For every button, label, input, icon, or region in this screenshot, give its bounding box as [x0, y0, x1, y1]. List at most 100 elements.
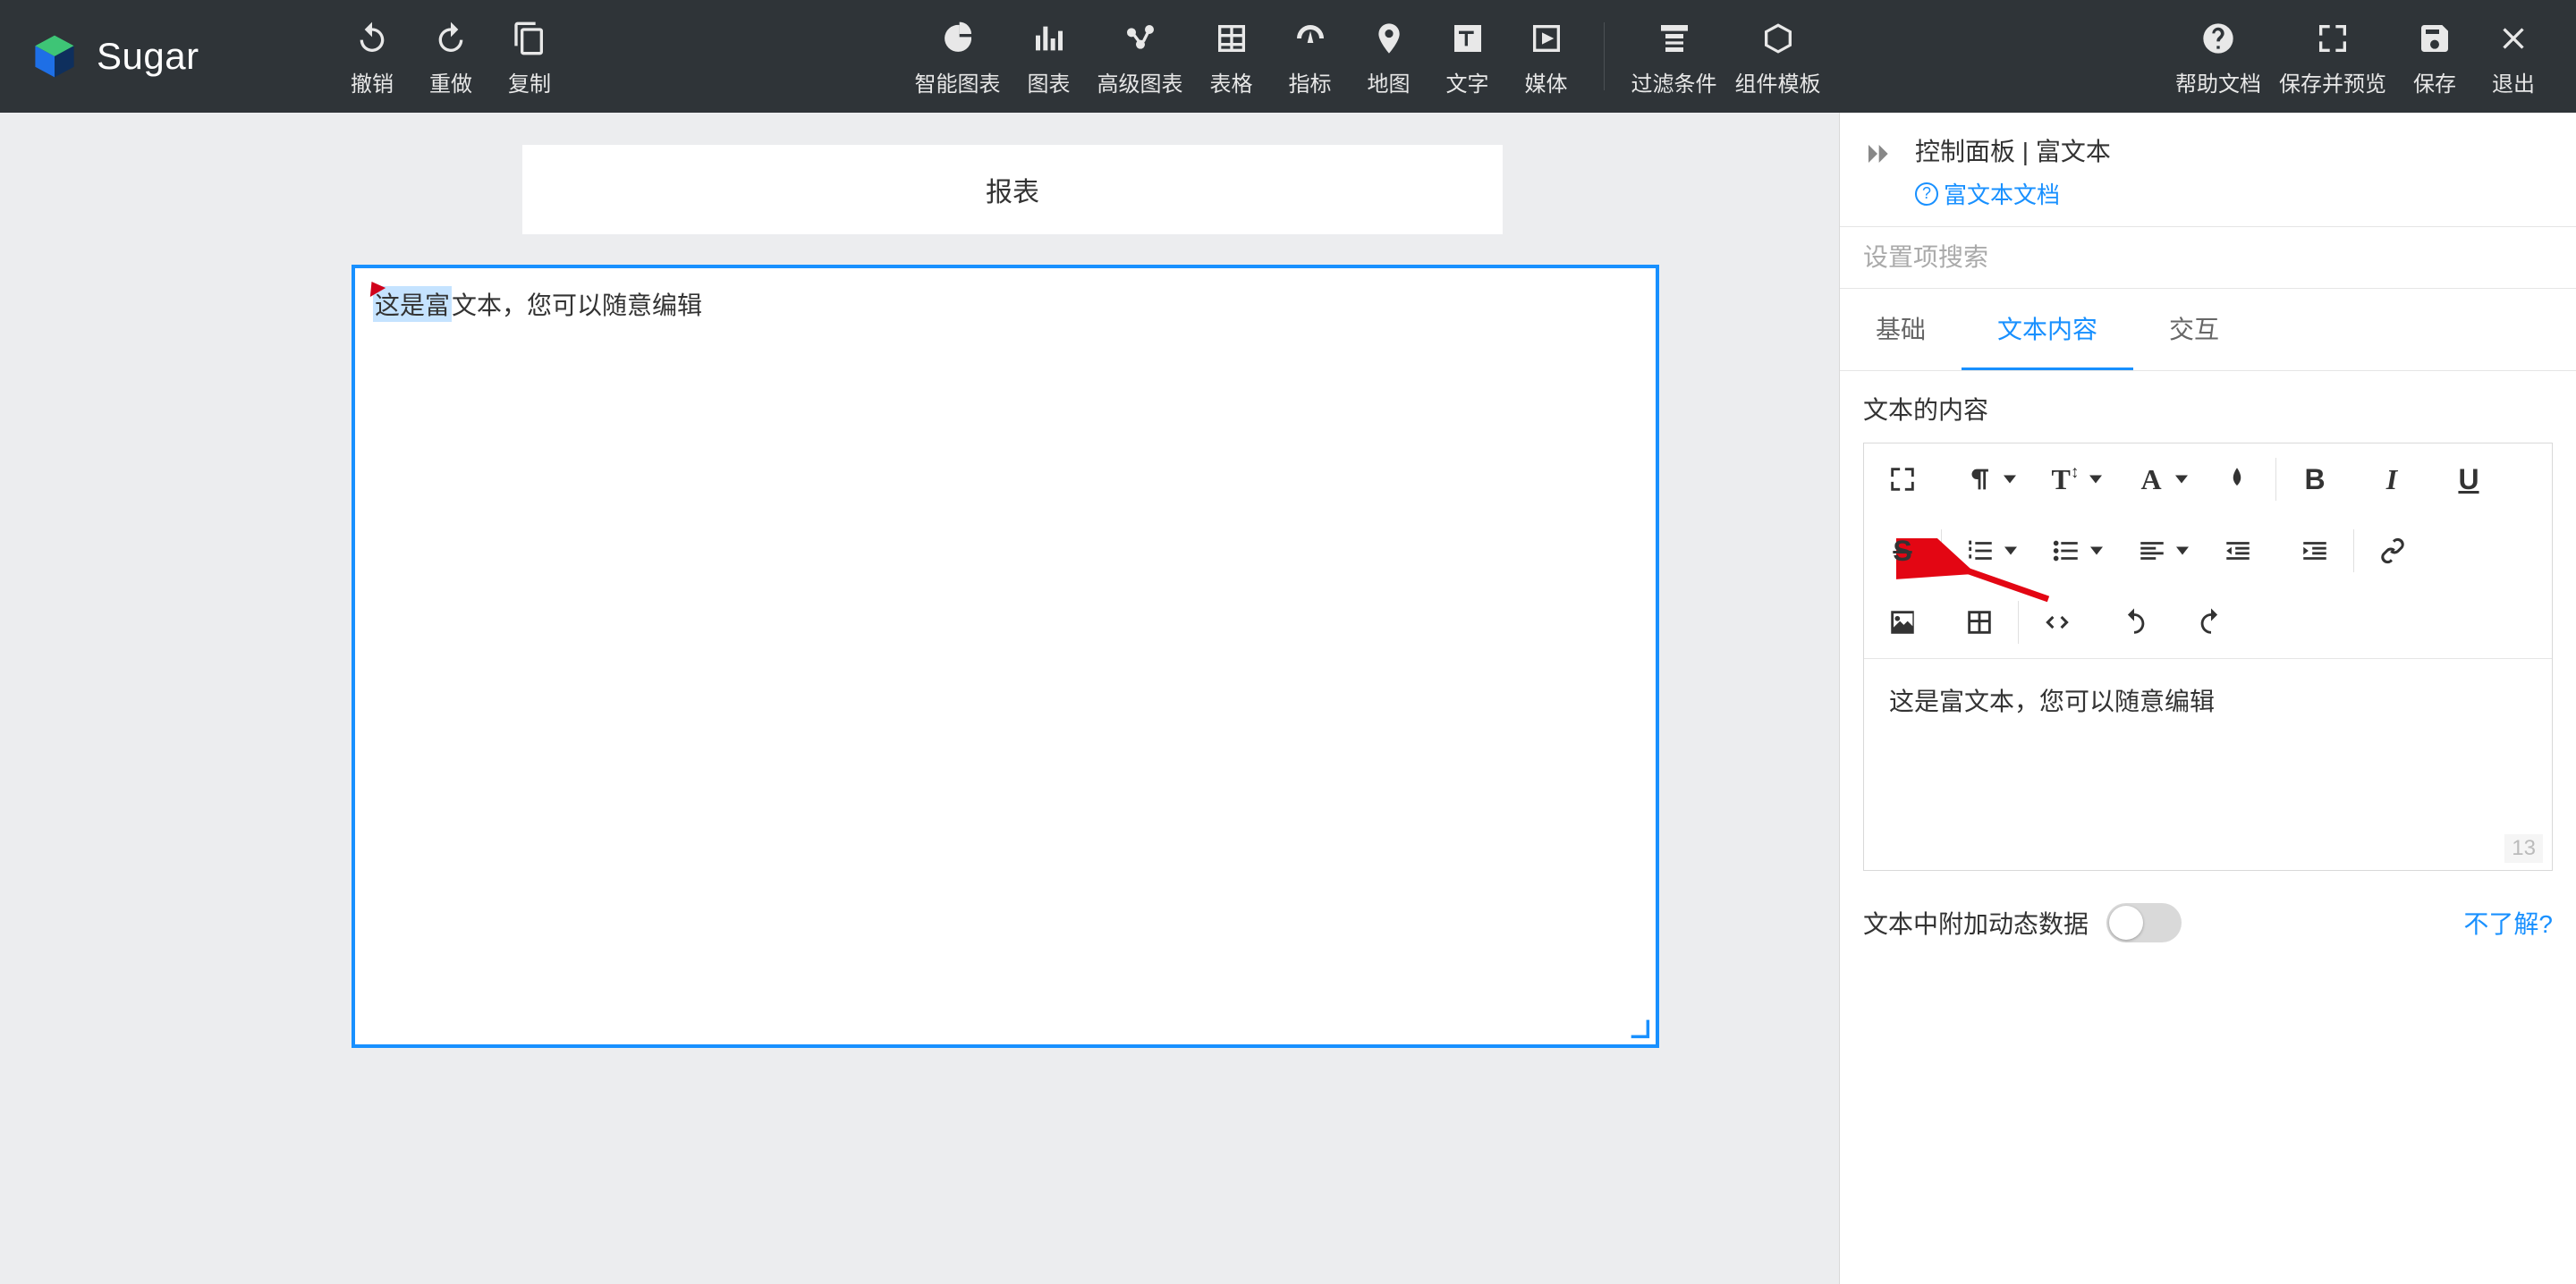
table-button[interactable]: 表格 [1194, 0, 1269, 113]
app-name: Sugar [97, 35, 199, 78]
dynamic-data-option-row: 文本中附加动态数据 不了解? [1863, 903, 2553, 942]
panel-body: 文本的内容 T↕ A B I U S [1840, 371, 2576, 1284]
redo-label: 重做 [429, 66, 472, 97]
rte-fontcolor-button[interactable]: A [2113, 443, 2199, 515]
copy-label: 复制 [508, 66, 551, 97]
help-link[interactable]: 不了解? [2463, 905, 2553, 941]
advanced-chart-label: 高级图表 [1097, 66, 1183, 97]
rte-outdent-button[interactable] [2199, 515, 2276, 587]
rte-align-button[interactable] [2114, 515, 2199, 587]
richtext-selection: 这是富 [373, 286, 452, 322]
rte-image-button[interactable] [1864, 587, 1941, 658]
panel-doc-link[interactable]: ? 富文本文档 [1915, 177, 2060, 210]
rte-highlight-button[interactable] [2199, 443, 2275, 515]
char-count: 13 [2504, 834, 2543, 863]
filter-label: 过滤条件 [1631, 66, 1717, 97]
save-button[interactable]: 保存 [2397, 0, 2472, 113]
rte-strike-button[interactable]: S [1864, 515, 1941, 587]
canvas-area[interactable]: 报表 这是富文本，您可以随意编辑 [0, 113, 1839, 1284]
report-title: 报表 [986, 170, 1039, 209]
rte-link-button[interactable] [2354, 515, 2431, 587]
rte-underline-button[interactable]: U [2430, 443, 2507, 515]
panel-header: 控制面板 | 富文本 ? 富文本文档 [1840, 113, 2576, 226]
save-preview-button[interactable]: 保存并预览 [2272, 0, 2394, 113]
logo-area: Sugar [0, 32, 326, 80]
exit-button[interactable]: 退出 [2476, 0, 2551, 113]
copy-icon [512, 16, 547, 61]
smart-chart-label: 智能图表 [915, 66, 1001, 97]
rte-fontsize-button[interactable]: T↕ [2027, 443, 2113, 515]
rte-unordered-list-button[interactable] [2028, 515, 2114, 587]
map-label: 地图 [1368, 66, 1411, 97]
text-button[interactable]: 文字 [1430, 0, 1505, 113]
dynamic-data-label: 文本中附加动态数据 [1863, 905, 2089, 941]
resize-handle-icon[interactable] [1627, 1016, 1652, 1041]
workspace: 报表 这是富文本，您可以随意编辑 控制面板 | 富文本 ? 富文 [0, 113, 2576, 1284]
richtext-component[interactable]: 这是富文本，您可以随意编辑 [352, 265, 1659, 1048]
rte-undo-button[interactable] [2096, 587, 2173, 658]
map-button[interactable]: 地图 [1352, 0, 1427, 113]
rte-ordered-list-button[interactable] [1942, 515, 2028, 587]
smart-chart-icon [940, 16, 976, 61]
save-icon [2417, 16, 2453, 61]
map-icon [1371, 16, 1407, 61]
template-label: 组件模板 [1735, 66, 1821, 97]
chart-button[interactable]: 图表 [1012, 0, 1087, 113]
rte-indent-button[interactable] [2276, 515, 2353, 587]
collapse-panel-icon[interactable] [1860, 136, 1895, 180]
save-label: 保存 [2413, 66, 2456, 97]
rte-content-area[interactable]: 这是富文本，您可以随意编辑 13 [1864, 659, 2552, 870]
rte-italic-button[interactable]: I [2353, 443, 2430, 515]
template-icon [1760, 16, 1796, 61]
advanced-chart-icon [1123, 16, 1158, 61]
panel-title: 控制面板 | 富文本 [1915, 132, 2551, 168]
tab-interaction[interactable]: 交互 [2133, 289, 2255, 370]
media-icon [1529, 16, 1564, 61]
rte-bold-button[interactable]: B [2276, 443, 2353, 515]
text-label: 文字 [1446, 66, 1489, 97]
toolbar-center-group: 智能图表 图表 高级图表 表格 指标 地图 文字 媒体 [576, 0, 2159, 113]
tab-basic[interactable]: 基础 [1840, 289, 1962, 370]
rte-paragraph-button[interactable] [1941, 443, 2027, 515]
top-toolbar: Sugar 撤销 重做 复制 智能图表 图表 高级图表 表格 [0, 0, 2576, 113]
toolbar-divider [1604, 22, 1605, 90]
panel-search [1840, 226, 2576, 289]
smart-chart-button[interactable]: 智能图表 [908, 0, 1008, 113]
settings-search-input[interactable] [1840, 227, 2576, 288]
side-panel: 控制面板 | 富文本 ? 富文本文档 基础 文本内容 交互 文本的内容 [1839, 113, 2576, 1284]
text-icon [1450, 16, 1486, 61]
tab-text-content[interactable]: 文本内容 [1962, 289, 2133, 370]
richtext-editor: T↕ A B I U S [1863, 443, 2553, 871]
template-button[interactable]: 组件模板 [1728, 0, 1828, 113]
rte-fullscreen-button[interactable] [1864, 443, 1941, 515]
save-preview-label: 保存并预览 [2279, 66, 2386, 97]
advanced-chart-button[interactable]: 高级图表 [1090, 0, 1191, 113]
filter-icon [1657, 16, 1692, 61]
panel-doc-link-text: 富文本文档 [1944, 177, 2060, 210]
toolbar-right-group: 帮助文档 保存并预览 保存 退出 [2159, 0, 2576, 113]
copy-button[interactable]: 复制 [492, 0, 567, 113]
redo-button[interactable]: 重做 [413, 0, 488, 113]
filter-button[interactable]: 过滤条件 [1624, 0, 1724, 113]
expand-icon [2315, 16, 2351, 61]
rte-code-button[interactable] [2019, 587, 2096, 658]
rte-toolbar: T↕ A B I U S [1864, 443, 2552, 659]
help-icon [2200, 16, 2236, 61]
rte-redo-button[interactable] [2173, 587, 2250, 658]
help-button[interactable]: 帮助文档 [2168, 0, 2268, 113]
media-button[interactable]: 媒体 [1509, 0, 1584, 113]
indicator-button[interactable]: 指标 [1273, 0, 1348, 113]
richtext-content-remaining: 文本，您可以随意编辑 [452, 291, 702, 319]
undo-button[interactable]: 撤销 [335, 0, 410, 113]
help-label: 帮助文档 [2175, 66, 2261, 97]
dynamic-data-switch[interactable] [2106, 903, 2182, 942]
undo-label: 撤销 [351, 66, 394, 97]
close-icon [2496, 16, 2531, 61]
panel-tabs: 基础 文本内容 交互 [1840, 289, 2576, 371]
table-label: 表格 [1210, 66, 1253, 97]
logo-icon [30, 32, 79, 80]
redo-icon [433, 16, 469, 61]
report-title-box[interactable]: 报表 [522, 145, 1503, 234]
exit-label: 退出 [2492, 66, 2535, 97]
rte-table-button[interactable] [1941, 587, 2018, 658]
